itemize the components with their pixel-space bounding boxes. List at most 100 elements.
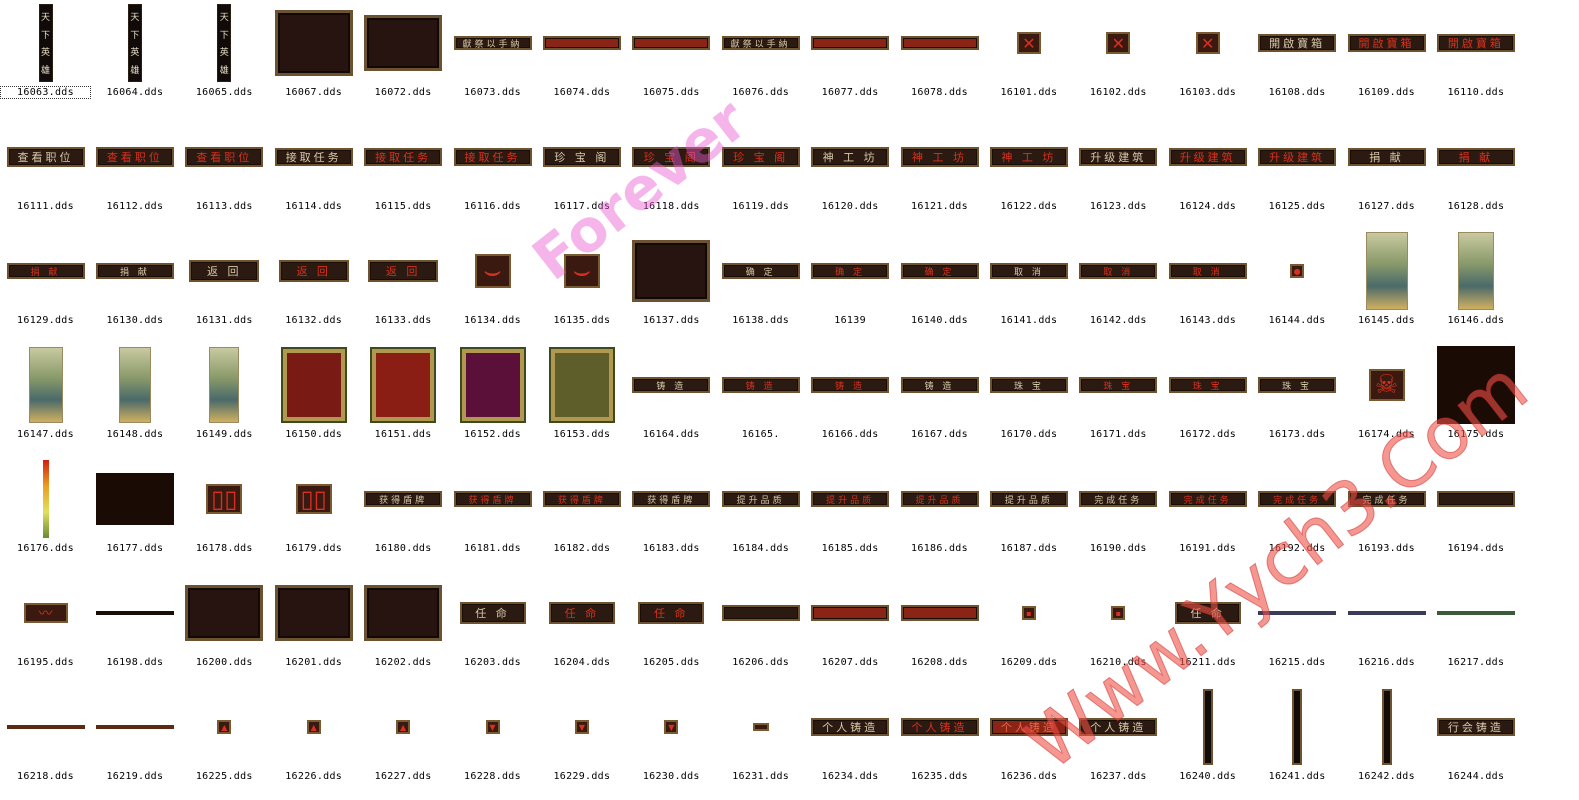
file-item[interactable]: 獻祭以手納 16076.dds: [716, 2, 805, 116]
file-item[interactable]: 16242.dds: [1342, 686, 1431, 800]
file-item[interactable]: 完成任务 16190.dds: [1074, 458, 1163, 572]
file-item[interactable]: 捐 献 16129.dds: [1, 230, 90, 344]
file-item[interactable]: 任 命 16211.dds: [1163, 572, 1252, 686]
file-item[interactable]: ▯▯ 16178.dds: [180, 458, 269, 572]
file-item[interactable]: 返 回 16131.dds: [180, 230, 269, 344]
file-item[interactable]: ▪ 16209.dds: [984, 572, 1073, 686]
file-item[interactable]: 16074.dds: [537, 2, 626, 116]
file-item[interactable]: 升级建筑 16123.dds: [1074, 116, 1163, 230]
file-item[interactable]: 開啟寶箱 16110.dds: [1431, 2, 1520, 116]
file-item[interactable]: 16151.dds: [359, 344, 448, 458]
file-item[interactable]: ▪ 16210.dds: [1074, 572, 1163, 686]
file-item[interactable]: 珍 宝 阁 16117.dds: [537, 116, 626, 230]
file-item[interactable]: 返 回 16133.dds: [359, 230, 448, 344]
file-item[interactable]: ▼ 16230.dds: [627, 686, 716, 800]
file-item[interactable]: 确 定 16138.dds: [716, 230, 805, 344]
file-item[interactable]: 天下英雄 16064.dds: [90, 2, 179, 116]
file-item[interactable]: 16072.dds: [359, 2, 448, 116]
file-item[interactable]: 16215.dds: [1253, 572, 1342, 686]
file-item[interactable]: 个人铸造 16235.dds: [895, 686, 984, 800]
file-item[interactable]: 提升品质 16187.dds: [984, 458, 1073, 572]
file-item[interactable]: ⌣ 16135.dds: [537, 230, 626, 344]
file-item[interactable]: 16145.dds: [1342, 230, 1431, 344]
file-item[interactable]: 天下英雄 16063.dds: [0, 2, 91, 116]
file-item[interactable]: 铸 造 16164.dds: [627, 344, 716, 458]
file-item[interactable]: 获得盾牌 16182.dds: [537, 458, 626, 572]
file-item[interactable]: 升级建筑 16124.dds: [1163, 116, 1252, 230]
file-item[interactable]: 接取任务 16116.dds: [448, 116, 537, 230]
file-item[interactable]: ✕ 16101.dds: [984, 2, 1073, 116]
file-item[interactable]: 查看职位 16111.dds: [1, 116, 90, 230]
file-item[interactable]: 确 定 16139: [806, 230, 895, 344]
file-item[interactable]: 16078.dds: [895, 2, 984, 116]
file-item[interactable]: 開啟寶箱 16109.dds: [1342, 2, 1431, 116]
file-item[interactable]: 升级建筑 16125.dds: [1253, 116, 1342, 230]
file-item[interactable]: 珠 宝 16171.dds: [1074, 344, 1163, 458]
file-item[interactable]: ☠ 16174.dds: [1342, 344, 1431, 458]
file-item[interactable]: 接取任务 16115.dds: [359, 116, 448, 230]
file-item[interactable]: 16231.dds: [716, 686, 805, 800]
file-item[interactable]: ✕ 16103.dds: [1163, 2, 1252, 116]
file-item[interactable]: ▯▯ 16179.dds: [269, 458, 358, 572]
file-item[interactable]: 任 命 16203.dds: [448, 572, 537, 686]
file-item[interactable]: 16202.dds: [359, 572, 448, 686]
file-item[interactable]: 16240.dds: [1163, 686, 1252, 800]
file-item[interactable]: ▼ 16228.dds: [448, 686, 537, 800]
file-item[interactable]: 取 消 16143.dds: [1163, 230, 1252, 344]
file-item[interactable]: 16217.dds: [1431, 572, 1520, 686]
file-item[interactable]: 神 工 坊 16121.dds: [895, 116, 984, 230]
file-item[interactable]: 提升品质 16184.dds: [716, 458, 805, 572]
file-item[interactable]: 捐 献 16130.dds: [90, 230, 179, 344]
file-item[interactable]: 16177.dds: [90, 458, 179, 572]
file-item[interactable]: 獻祭以手納 16073.dds: [448, 2, 537, 116]
file-item[interactable]: ▲ 16227.dds: [359, 686, 448, 800]
file-item[interactable]: 珍 宝 阁 16118.dds: [627, 116, 716, 230]
file-item[interactable]: 16149.dds: [180, 344, 269, 458]
file-item[interactable]: 任 命 16205.dds: [627, 572, 716, 686]
file-item[interactable]: 获得盾牌 16181.dds: [448, 458, 537, 572]
file-item[interactable]: 16148.dds: [90, 344, 179, 458]
file-item[interactable]: 16067.dds: [269, 2, 358, 116]
file-item[interactable]: 珠 宝 16170.dds: [984, 344, 1073, 458]
file-item[interactable]: 〰 16195.dds: [1, 572, 90, 686]
file-item[interactable]: ● 16144.dds: [1253, 230, 1342, 344]
file-item[interactable]: 捐 献 16127.dds: [1342, 116, 1431, 230]
file-item[interactable]: 完成任务 16193.dds: [1342, 458, 1431, 572]
file-item[interactable]: 确 定 16140.dds: [895, 230, 984, 344]
file-item[interactable]: 16152.dds: [448, 344, 537, 458]
file-item[interactable]: 神 工 坊 16120.dds: [806, 116, 895, 230]
file-item[interactable]: 完成任务 16192.dds: [1253, 458, 1342, 572]
file-item[interactable]: 返 回 16132.dds: [269, 230, 358, 344]
file-item[interactable]: 16198.dds: [90, 572, 179, 686]
file-item[interactable]: 16176.dds: [1, 458, 90, 572]
file-item[interactable]: ▼ 16229.dds: [537, 686, 626, 800]
file-item[interactable]: 天下英雄 16065.dds: [180, 2, 269, 116]
file-item[interactable]: 16201.dds: [269, 572, 358, 686]
file-item[interactable]: 16219.dds: [90, 686, 179, 800]
file-item[interactable]: 16146.dds: [1431, 230, 1520, 344]
file-item[interactable]: 16241.dds: [1253, 686, 1342, 800]
file-item[interactable]: 16194.dds: [1431, 458, 1520, 572]
file-item[interactable]: 珠 宝 16172.dds: [1163, 344, 1252, 458]
file-item[interactable]: 珍 宝 阁 16119.dds: [716, 116, 805, 230]
file-item[interactable]: 行会铸造 16244.dds: [1431, 686, 1520, 800]
file-item[interactable]: 16208.dds: [895, 572, 984, 686]
file-item[interactable]: 16207.dds: [806, 572, 895, 686]
file-item[interactable]: 16077.dds: [806, 2, 895, 116]
file-item[interactable]: 获得盾牌 16183.dds: [627, 458, 716, 572]
file-item[interactable]: 捐 献 16128.dds: [1431, 116, 1520, 230]
file-item[interactable]: 个人铸造 16236.dds: [984, 686, 1073, 800]
file-item[interactable]: 16216.dds: [1342, 572, 1431, 686]
file-item[interactable]: 開啟寶箱 16108.dds: [1253, 2, 1342, 116]
file-item[interactable]: 16200.dds: [180, 572, 269, 686]
file-item[interactable]: 16137.dds: [627, 230, 716, 344]
file-item[interactable]: 铸 造 16165.: [716, 344, 805, 458]
file-item[interactable]: 16150.dds: [269, 344, 358, 458]
file-item[interactable]: 16075.dds: [627, 2, 716, 116]
file-item[interactable]: 取 消 16142.dds: [1074, 230, 1163, 344]
file-item[interactable]: 查看职位 16112.dds: [90, 116, 179, 230]
file-item[interactable]: ▲ 16226.dds: [269, 686, 358, 800]
file-item[interactable]: 神 工 坊 16122.dds: [984, 116, 1073, 230]
file-item[interactable]: 取 消 16141.dds: [984, 230, 1073, 344]
file-item[interactable]: 查看职位 16113.dds: [180, 116, 269, 230]
